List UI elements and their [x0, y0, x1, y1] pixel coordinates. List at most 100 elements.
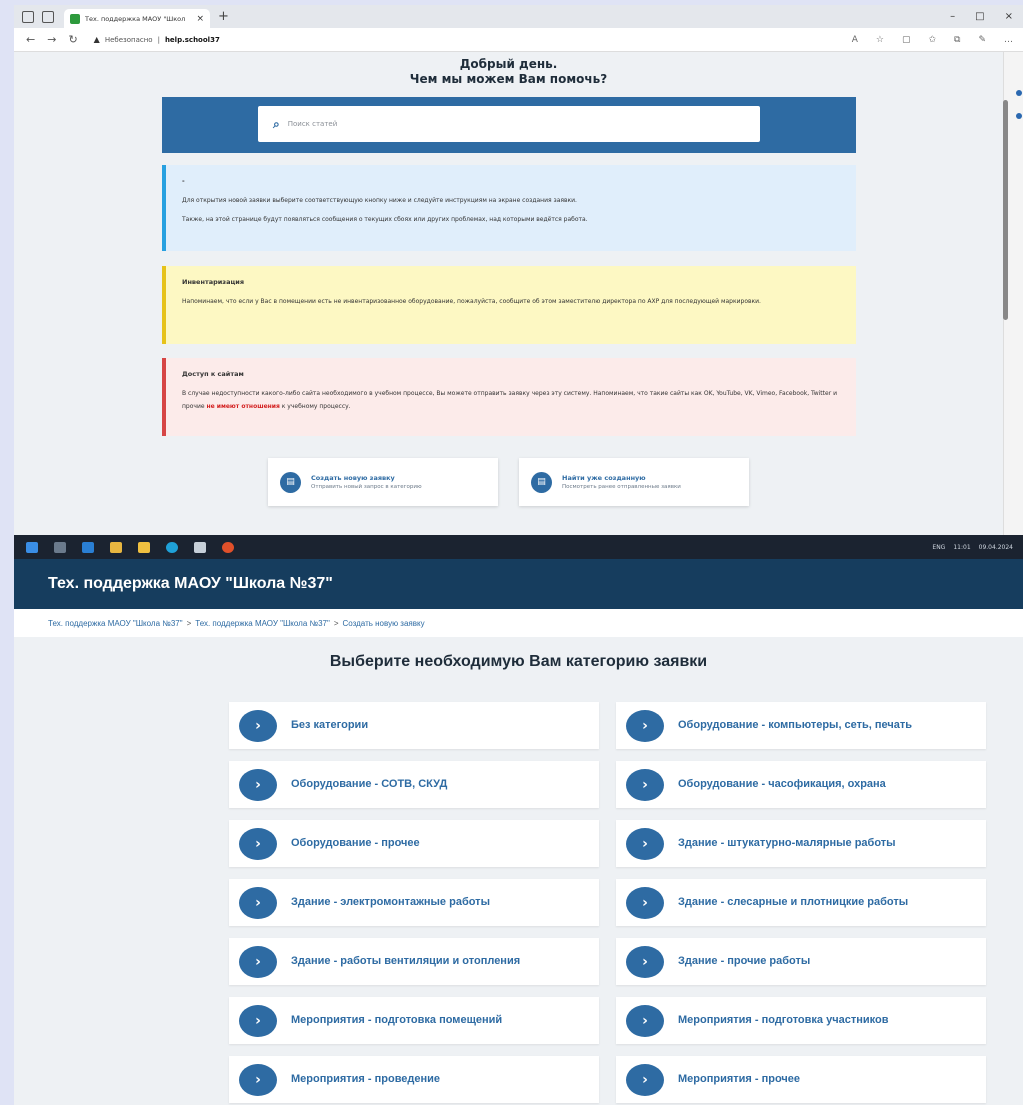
taskbar-app-icon[interactable] [194, 541, 206, 553]
breadcrumb-item[interactable]: Тех. поддержка МАОУ "Школа №37" [195, 619, 330, 628]
category-item[interactable]: › Оборудование - компьютеры, сеть, печать [616, 702, 986, 749]
browser-toolbar: A ☆ ▢ ✩ ⧉ ✎ … [852, 35, 1023, 45]
tray-date[interactable]: 09.04.2024 [979, 544, 1013, 551]
close-tab-icon[interactable]: × [196, 14, 204, 24]
menu-icon[interactable]: … [1004, 35, 1013, 45]
sidebar-copilot-icon[interactable] [1016, 90, 1022, 96]
search-input[interactable]: ⌕ Поиск статей [258, 106, 760, 142]
address-bar-row: ← → ↻ ▲ Небезопасно | help.school37 A ☆ … [14, 28, 1023, 52]
category-item[interactable]: › Оборудование - СОТВ, СКУД [229, 761, 599, 808]
taskbar-app-icon[interactable] [222, 541, 234, 553]
warning-icon[interactable]: ▲ [94, 35, 100, 44]
site-favicon-icon [70, 13, 80, 24]
new-tab-icon[interactable]: + [218, 9, 229, 24]
notice-text: В случае недоступности какого-либо сайта… [182, 387, 840, 413]
category-label: Без категории [291, 719, 369, 731]
search-placeholder: Поиск статей [287, 120, 338, 128]
action-title: Найти уже созданную [562, 474, 646, 482]
chevron-right-icon: › [626, 1063, 664, 1096]
search-band: ⌕ Поиск статей [162, 97, 856, 153]
greeting-line1: Добрый день. [459, 57, 558, 71]
read-aloud-icon[interactable]: A [852, 35, 858, 45]
action-subtitle: Посмотреть ранее отправленные заявки [562, 484, 681, 490]
chevron-right-icon: › [626, 709, 664, 742]
category-item[interactable]: › Здание - прочие работы [616, 938, 986, 985]
breadcrumb-separator: > [186, 618, 192, 628]
task-view-icon[interactable] [54, 541, 66, 553]
category-label: Здание - штукатурно-малярные работы [678, 837, 896, 849]
category-item[interactable]: › Мероприятия - подготовка помещений [229, 997, 599, 1044]
taskbar-app-icon[interactable] [82, 541, 94, 553]
split-screen-icon[interactable]: ▢ [902, 35, 911, 45]
category-item[interactable]: › Оборудование - часофикация, охрана [616, 761, 986, 808]
action-subtitle: Отправить новый запрос в категорию [311, 484, 422, 490]
category-label: Мероприятия - подготовка помещений [291, 1014, 503, 1026]
chevron-right-icon: › [239, 768, 277, 801]
category-item[interactable]: › Здание - слесарные и плотницкие работы [616, 879, 986, 926]
notice-title: Доступ к сайтам [182, 370, 244, 378]
edge-icon[interactable] [166, 541, 178, 553]
category-label: Оборудование - часофикация, охрана [678, 778, 886, 790]
category-label: Мероприятия - проведение [291, 1073, 441, 1085]
breadcrumb-item[interactable]: Тех. поддержка МАОУ "Школа №37" [48, 619, 183, 628]
category-page: Тех. поддержка МАОУ "Школа №37" Тех. под… [14, 559, 1023, 1105]
create-ticket-button[interactable]: ▤ Создать новую заявку Отправить новый з… [268, 458, 498, 506]
reload-icon[interactable]: ↻ [68, 33, 77, 46]
extensions-icon[interactable]: ✎ [978, 35, 986, 45]
breadcrumb-item[interactable]: Создать новую заявку [343, 619, 425, 628]
category-item[interactable]: › Здание - штукатурно-малярные работы [616, 820, 986, 867]
category-label: Оборудование - прочее [291, 837, 420, 849]
url-text: help.school37 [164, 35, 220, 44]
category-item[interactable]: › Мероприятия - прочее [616, 1056, 986, 1103]
sidebar-app-icon[interactable] [1016, 113, 1022, 119]
system-tray: ENG 11:01 09.04.2024 [932, 544, 1023, 551]
category-item[interactable]: › Без категории [229, 702, 599, 749]
omnibox[interactable]: ▲ Небезопасно | help.school37 [94, 35, 774, 44]
start-icon[interactable] [26, 541, 38, 553]
document-icon: ▤ [531, 471, 552, 493]
favorites-icon[interactable]: ✩ [928, 35, 936, 45]
greeting: Добрый день. Чем мы можем Вам помочь? [14, 57, 1003, 87]
document-icon: ▤ [280, 471, 301, 493]
file-explorer-icon[interactable] [138, 541, 150, 553]
chevron-right-icon: › [626, 827, 664, 860]
chevron-right-icon: › [626, 1004, 664, 1037]
info-notice: - Для открытия новой заявки выберите соо… [162, 165, 856, 251]
maximize-button[interactable]: □ [975, 11, 984, 22]
back-icon[interactable]: ← [26, 33, 35, 46]
notice-title: Инвентаризация [182, 278, 245, 286]
category-item[interactable]: › Мероприятия - проведение [229, 1056, 599, 1103]
find-ticket-button[interactable]: ▤ Найти уже созданную Посмотреть ранее о… [519, 458, 749, 506]
workspaces-icon[interactable] [22, 10, 34, 23]
category-label: Оборудование - компьютеры, сеть, печать [678, 719, 913, 731]
notice-text: Для открытия новой заявки выберите соотв… [182, 197, 577, 204]
close-window-button[interactable]: × [1005, 11, 1013, 22]
window-controls: – □ × [950, 11, 1023, 22]
site-title[interactable]: Тех. поддержка МАОУ "Школа №37" [48, 575, 333, 593]
tray-time[interactable]: 11:01 [953, 544, 970, 551]
chevron-right-icon: › [626, 945, 664, 978]
minimize-button[interactable]: – [950, 11, 955, 22]
category-label: Мероприятия - подготовка участников [678, 1014, 889, 1026]
favorite-star-icon[interactable]: ☆ [876, 35, 884, 45]
chevron-right-icon: › [626, 768, 664, 801]
inventory-notice: Инвентаризация Напоминаем, что если у Ва… [162, 266, 856, 344]
tray-language[interactable]: ENG [932, 544, 945, 551]
tab-actions-icon[interactable] [42, 10, 54, 23]
chevron-right-icon: › [239, 1063, 277, 1096]
forward-icon[interactable]: → [47, 33, 56, 46]
taskbar-app-icon[interactable] [110, 541, 122, 553]
notice-text: Также, на этой странице будут появляться… [182, 216, 588, 223]
browser-tab[interactable]: Тех. поддержка МАОУ "Школ × [64, 9, 210, 28]
category-item[interactable]: › Здание - электромонтажные работы [229, 879, 599, 926]
notice-text-after: к учебному процессу. [279, 403, 351, 410]
chevron-right-icon: › [239, 1004, 277, 1037]
category-item[interactable]: › Оборудование - прочее [229, 820, 599, 867]
security-label: Небезопасно [104, 35, 153, 44]
collections-icon[interactable]: ⧉ [954, 35, 960, 45]
category-item[interactable]: › Мероприятия - подготовка участников [616, 997, 986, 1044]
breadcrumb: Тех. поддержка МАОУ "Школа №37" > Тех. п… [14, 609, 1023, 637]
greeting-line2: Чем мы можем Вам помочь? [409, 72, 608, 86]
scrollbar-thumb[interactable] [1003, 100, 1008, 320]
category-item[interactable]: › Здание - работы вентиляции и отопления [229, 938, 599, 985]
